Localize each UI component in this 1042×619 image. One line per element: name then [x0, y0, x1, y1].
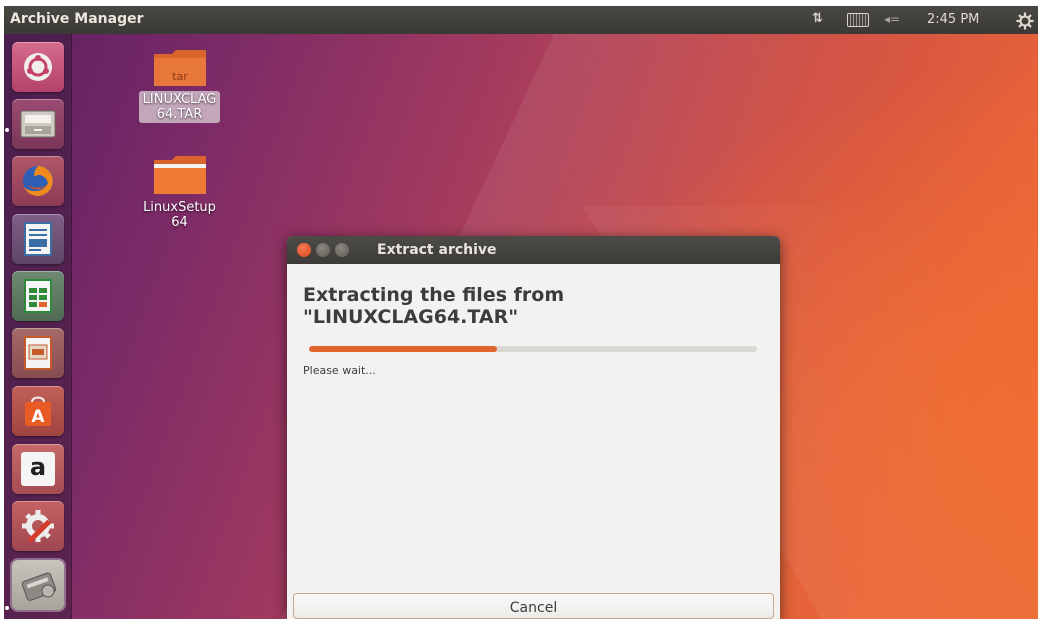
extract-archive-dialog: Extract archive Extracting the files fro… — [287, 236, 780, 619]
tar-archive-icon: tar — [152, 48, 208, 88]
running-indicator — [5, 606, 9, 610]
calc-icon[interactable] — [12, 271, 64, 321]
ubuntu-dash-icon[interactable] — [12, 42, 64, 92]
launcher: A a — [4, 34, 72, 619]
amazon-glyph: a — [21, 452, 55, 486]
minimize-icon[interactable] — [316, 243, 330, 257]
dialog-heading: Extracting the files from "LINUXCLAG64.T… — [303, 284, 763, 328]
folder-icon — [152, 156, 208, 196]
keyboard-icon[interactable] — [847, 13, 869, 27]
desktop-icon-label: LinuxSetup 64 — [143, 200, 216, 230]
firefox-icon[interactable] — [12, 156, 64, 206]
progress-bar-fill — [309, 346, 498, 352]
desktop-screen: Archive Manager ⇅ ◂= 2:45 PM A a tar LIN… — [4, 6, 1038, 619]
network-icon[interactable]: ⇅ — [812, 11, 823, 26]
system-settings-icon[interactable] — [12, 501, 64, 551]
clock[interactable]: 2:45 PM — [927, 12, 979, 27]
dialog-titlebar[interactable]: Extract archive — [287, 236, 780, 264]
desktop-icon-label: LINUXCLAG 64.TAR — [138, 91, 221, 123]
svg-text:A: A — [31, 407, 45, 427]
tar-badge: tar — [172, 70, 188, 83]
desktop-icon-linuxsetup64[interactable]: LinuxSetup 64 — [122, 156, 237, 231]
amazon-icon[interactable]: a — [12, 444, 64, 494]
desktop-icon-linuxclag64-tar[interactable]: tar LINUXCLAG 64.TAR — [122, 48, 237, 123]
volume-icon[interactable]: ◂= — [884, 12, 900, 26]
impress-icon[interactable] — [12, 328, 64, 378]
heading-line-2: "LINUXCLAG64.TAR" — [303, 306, 519, 328]
close-icon[interactable] — [297, 243, 311, 257]
heading-line-1: Extracting the files from — [303, 284, 565, 306]
progress-bar — [309, 346, 757, 352]
status-text: Please wait... — [303, 364, 376, 377]
power-gear-icon[interactable] — [1016, 12, 1034, 30]
cancel-button[interactable]: Cancel — [293, 593, 774, 619]
running-indicator — [5, 128, 9, 132]
top-panel: Archive Manager ⇅ ◂= 2:45 PM — [4, 6, 1038, 34]
app-title: Archive Manager — [10, 11, 144, 27]
writer-icon[interactable] — [12, 214, 64, 264]
archive-manager-icon[interactable] — [12, 560, 64, 610]
software-center-icon[interactable]: A — [12, 386, 64, 436]
dialog-title: Extract archive — [377, 242, 497, 258]
files-icon[interactable] — [12, 99, 64, 149]
maximize-icon[interactable] — [335, 243, 349, 257]
